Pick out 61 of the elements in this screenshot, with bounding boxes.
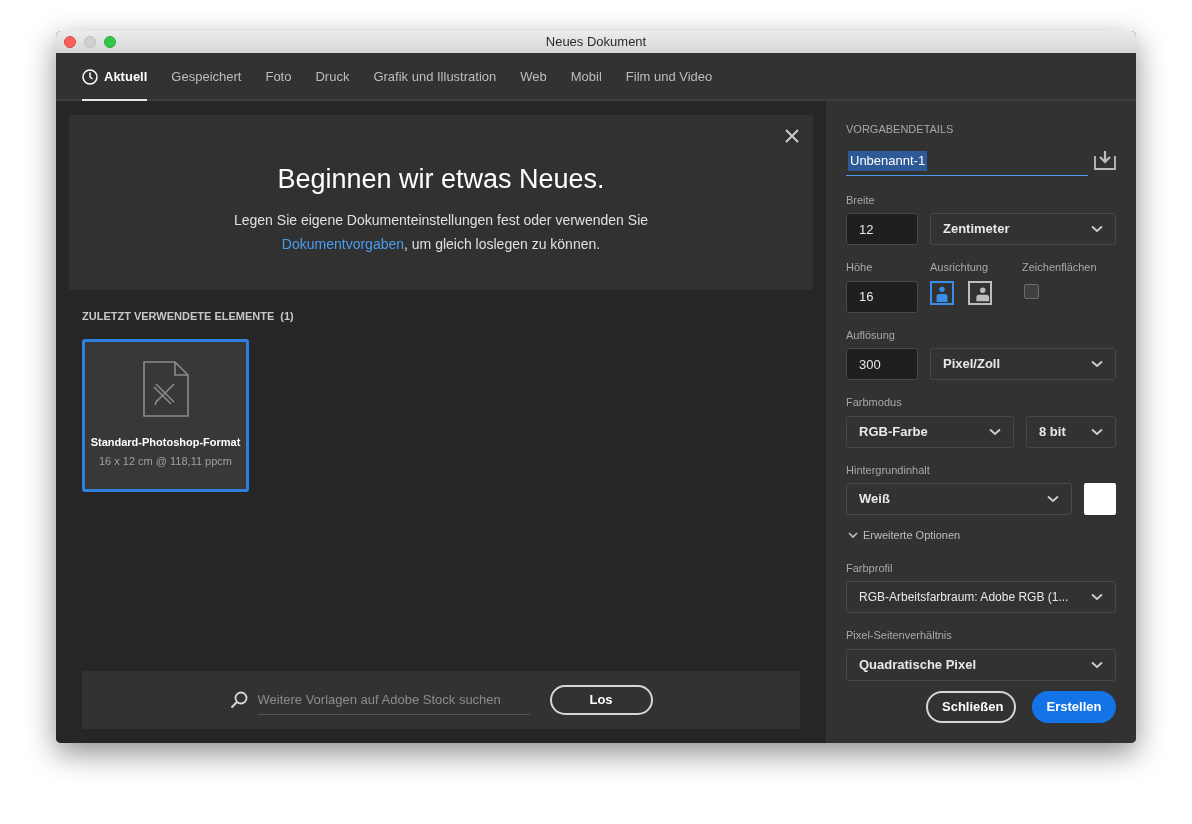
clock-icon — [82, 69, 98, 85]
document-icon — [141, 359, 190, 418]
preset-details: 16 x 12 cm @ 118,11 ppcm — [98, 454, 233, 469]
tab[interactable]: Mobil — [570, 55, 602, 101]
tab[interactable]: Gespeichert — [171, 55, 242, 101]
chevron-down-icon — [1091, 593, 1103, 601]
close-window-button[interactable] — [64, 36, 76, 48]
dropdown[interactable]: Zentimeter — [930, 213, 1116, 245]
dropdown[interactable]: Pixel/Zoll — [930, 348, 1116, 380]
dropdown[interactable]: RGB-Farbe — [846, 415, 1014, 448]
dropdown[interactable]: RGB-Arbeitsfarbraum: Adobe RGB (1... — [846, 581, 1116, 613]
item-count: (1) — [280, 309, 294, 324]
search-field[interactable]: Weitere Vorlagen auf Adobe Stock suchen — [257, 685, 530, 715]
field-label: Zeichenflächen — [1022, 260, 1097, 275]
go-button[interactable]: Los — [549, 685, 653, 715]
create-button[interactable]: Erstellen — [1032, 691, 1116, 723]
chevron-icon — [848, 531, 858, 539]
field-label: Ausrichtung — [930, 260, 990, 275]
maximize-window-button[interactable] — [104, 36, 116, 48]
tab[interactable]: Druck — [315, 55, 350, 101]
welcome-text: Legen Sie eigene Dokumenteinstellungen fest oder verwenden Sie Dokumentvorgaben, um gleich loslegen zu können. — [232, 210, 650, 254]
tab[interactable]: Foto — [265, 55, 292, 101]
field-label: Höhe — [846, 260, 874, 275]
dropdown[interactable]: 8 bit — [1026, 415, 1116, 448]
window-title: Neues Dokument — [545, 33, 647, 52]
field-label: Hintergrundinhalt — [846, 462, 931, 478]
dropdown[interactable]: Quadratische Pixel — [846, 648, 1116, 681]
save-preset-icon[interactable] — [1094, 149, 1116, 170]
landscape-button[interactable] — [968, 280, 992, 305]
chevron-down-icon — [1047, 495, 1059, 503]
field-label: Auflösung — [846, 327, 896, 343]
chevron-down-icon — [1091, 225, 1103, 233]
background-color-swatch[interactable] — [1084, 483, 1116, 515]
field-label: Pixel-Seitenverhältnis — [846, 628, 953, 643]
close-button[interactable]: Schließen — [926, 691, 1016, 723]
preset-name: Standard-Photoshop-Format — [90, 434, 241, 450]
search-icon — [229, 691, 248, 709]
advanced-options-toggle[interactable]: Erweiterte Optionen — [848, 527, 1116, 544]
input-field[interactable]: 300 — [846, 348, 918, 380]
chevron-down-icon — [989, 427, 1001, 436]
document-preset-card[interactable]: Standard-Photoshop-Format 16 x 12 cm @ 118,11 ppcm — [82, 338, 249, 492]
tab[interactable]: Web — [520, 55, 547, 101]
welcome-title: Beginnen wir etwas Neues. — [277, 163, 605, 196]
input-field[interactable]: 16 — [846, 280, 918, 313]
section-heading: VORGABENDETAILS — [846, 122, 955, 137]
field-label: Breite — [846, 192, 876, 208]
portrait-button[interactable] — [930, 280, 954, 305]
chevron-down-icon — [1091, 660, 1103, 669]
chevron-down-icon — [1091, 360, 1103, 368]
input-field[interactable]: 12 — [846, 213, 918, 245]
dropdown[interactable]: Weiß — [846, 483, 1072, 515]
tab[interactable]: Film und Video — [625, 55, 713, 101]
artboards-checkbox[interactable] — [1024, 283, 1039, 299]
document-name-field[interactable]: Unbenannt-1 — [848, 151, 928, 171]
field-label: Farbprofil — [846, 560, 894, 576]
section-heading: ZULETZT VERWENDETE ELEMENTE — [82, 309, 275, 324]
presets-link[interactable]: Dokumentvorgaben — [281, 235, 405, 252]
close-icon[interactable] — [785, 129, 799, 143]
field-label: Farbmodus — [846, 395, 903, 410]
chevron-down-icon — [1091, 427, 1103, 436]
tab[interactable]: Grafik und Illustration — [373, 55, 497, 101]
